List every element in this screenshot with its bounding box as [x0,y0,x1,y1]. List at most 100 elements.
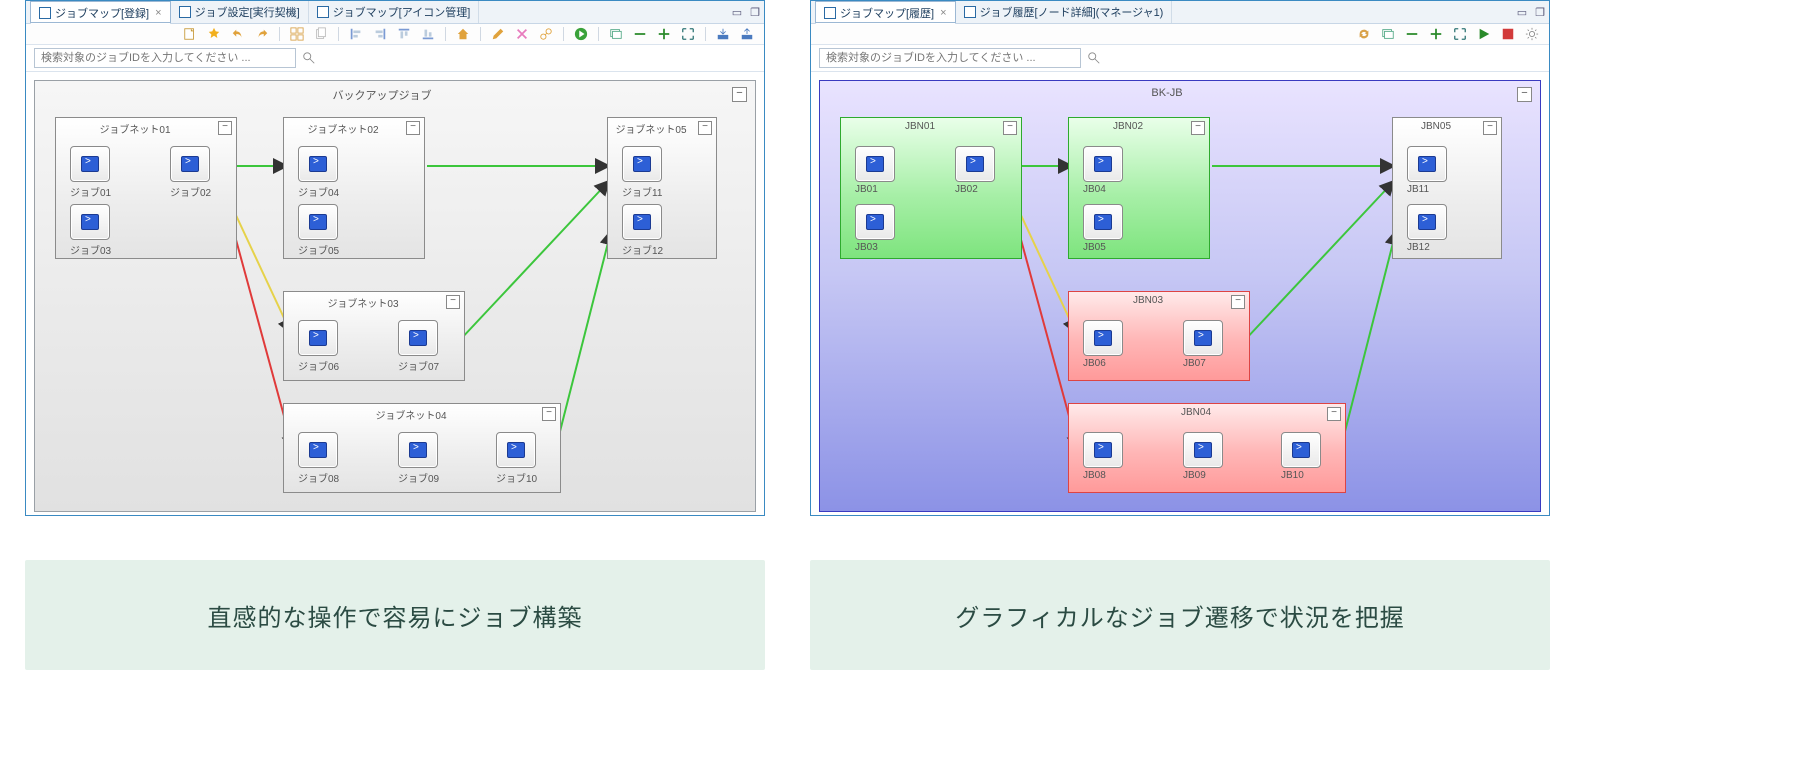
job-icon[interactable] [855,146,895,182]
job-icon[interactable] [1183,320,1223,356]
tab-job-setting[interactable]: ジョブ設定[実行契機] [171,1,309,23]
copy-icon[interactable] [314,27,328,41]
close-icon[interactable]: × [155,7,161,19]
job-node[interactable]: JB10 [1281,432,1321,481]
group-collapse-button[interactable]: − [1191,121,1205,135]
job-icon[interactable] [298,432,338,468]
run-icon[interactable] [1477,27,1491,41]
tab-jobmap-register[interactable]: ジョブマップ[登録] × [30,1,171,24]
tab-job-history-detail[interactable]: ジョブ履歴[ノード詳細](マネージャ1) [956,1,1173,23]
search-icon[interactable] [1087,51,1101,65]
job-node[interactable]: JB11 [1407,146,1447,195]
job-node[interactable]: ジョブ06 [298,320,338,373]
job-node[interactable]: JB03 [855,204,895,253]
jobnet-05[interactable]: JBN05 − JB11 JB12 [1392,117,1502,259]
job-node[interactable]: JB07 [1183,320,1223,369]
group-collapse-button[interactable]: − [1003,121,1017,135]
job-node[interactable]: JB05 [1083,204,1123,253]
job-icon[interactable] [1407,146,1447,182]
minimize-icon[interactable]: ▭ [1517,6,1527,19]
jobnet-02[interactable]: ジョブネット02 − ジョブ04 ジョブ05 [283,117,425,259]
import-icon[interactable] [716,27,730,41]
tab-jobmap-history[interactable]: ジョブマップ[履歴] × [815,1,956,24]
job-icon[interactable] [622,146,662,182]
job-node[interactable]: JB01 [855,146,895,195]
restore-icon[interactable]: ❐ [750,6,760,19]
refresh-icon[interactable] [1357,27,1371,41]
job-icon[interactable] [855,204,895,240]
job-icon[interactable] [70,146,110,182]
group-collapse-button[interactable]: − [446,295,460,309]
undo-icon[interactable] [231,27,245,41]
tab-jobmap-icon[interactable]: ジョブマップ[アイコン管理] [309,1,480,23]
job-icon[interactable] [170,146,210,182]
star-icon[interactable] [207,27,221,41]
job-node[interactable]: ジョブ03 [70,204,110,257]
align-right-icon[interactable] [373,27,387,41]
export-icon[interactable] [740,27,754,41]
canvas-collapse-button[interactable]: − [1517,87,1532,102]
job-icon[interactable] [298,204,338,240]
job-icon[interactable] [622,204,662,240]
job-icon[interactable] [496,432,536,468]
zoom-in-icon[interactable] [1429,27,1443,41]
layers-icon[interactable] [1381,27,1395,41]
job-node[interactable]: ジョブ02 [170,146,210,199]
job-icon[interactable] [1183,432,1223,468]
job-node[interactable]: ジョブ01 [70,146,110,199]
job-node[interactable]: ジョブ08 [298,432,338,485]
job-node[interactable]: JB08 [1083,432,1123,481]
zoom-in-icon[interactable] [657,27,671,41]
job-node[interactable]: ジョブ05 [298,204,338,257]
job-icon[interactable] [1083,432,1123,468]
job-node[interactable]: JB09 [1183,432,1223,481]
job-icon[interactable] [70,204,110,240]
jobnet-01[interactable]: JBN01 − JB01 JB02 JB03 [840,117,1022,259]
jobnet-04[interactable]: ジョブネット04 − ジョブ08 ジョブ09 ジョブ10 [283,403,561,493]
job-node[interactable]: ジョブ10 [496,432,536,485]
job-icon[interactable] [298,320,338,356]
job-icon[interactable] [398,432,438,468]
job-icon[interactable] [1083,204,1123,240]
play-icon[interactable] [574,27,588,41]
job-node[interactable]: JB04 [1083,146,1123,195]
close-icon[interactable]: × [940,7,946,19]
group-collapse-button[interactable]: − [1327,407,1341,421]
search-input[interactable] [819,48,1081,68]
zoom-out-icon[interactable] [633,27,647,41]
home-icon[interactable] [456,27,470,41]
job-icon[interactable] [1407,204,1447,240]
job-node[interactable]: JB06 [1083,320,1123,369]
fit-icon[interactable] [681,27,695,41]
layers-icon[interactable] [609,27,623,41]
redo-icon[interactable] [255,27,269,41]
job-icon[interactable] [298,146,338,182]
pencil-icon[interactable] [491,27,505,41]
delete-icon[interactable] [515,27,529,41]
jobnet-03[interactable]: JBN03 − JB06 JB07 [1068,291,1250,381]
gear-icon[interactable] [1525,27,1539,41]
link-icon[interactable] [539,27,553,41]
group-collapse-button[interactable]: − [1483,121,1497,135]
align-bottom-icon[interactable] [421,27,435,41]
job-node[interactable]: ジョブ04 [298,146,338,199]
jobnet-02[interactable]: JBN02 − JB04 JB05 [1068,117,1210,259]
jobnet-01[interactable]: ジョブネット01 − ジョブ01 ジョブ02 ジョブ03 [55,117,237,259]
align-top-icon[interactable] [397,27,411,41]
zoom-out-icon[interactable] [1405,27,1419,41]
minimize-icon[interactable]: ▭ [732,6,742,19]
group-collapse-button[interactable]: − [218,121,232,135]
group-collapse-button[interactable]: − [542,407,556,421]
new-icon[interactable] [183,27,197,41]
group-collapse-button[interactable]: − [698,121,712,135]
grid-icon[interactable] [290,27,304,41]
group-collapse-button[interactable]: − [406,121,420,135]
job-node[interactable]: ジョブ07 [398,320,438,373]
group-collapse-button[interactable]: − [1231,295,1245,309]
job-node[interactable]: JB02 [955,146,995,195]
search-icon[interactable] [302,51,316,65]
job-node[interactable]: ジョブ11 [622,146,662,199]
canvas-collapse-button[interactable]: − [732,87,747,102]
job-icon[interactable] [398,320,438,356]
search-input[interactable] [34,48,296,68]
